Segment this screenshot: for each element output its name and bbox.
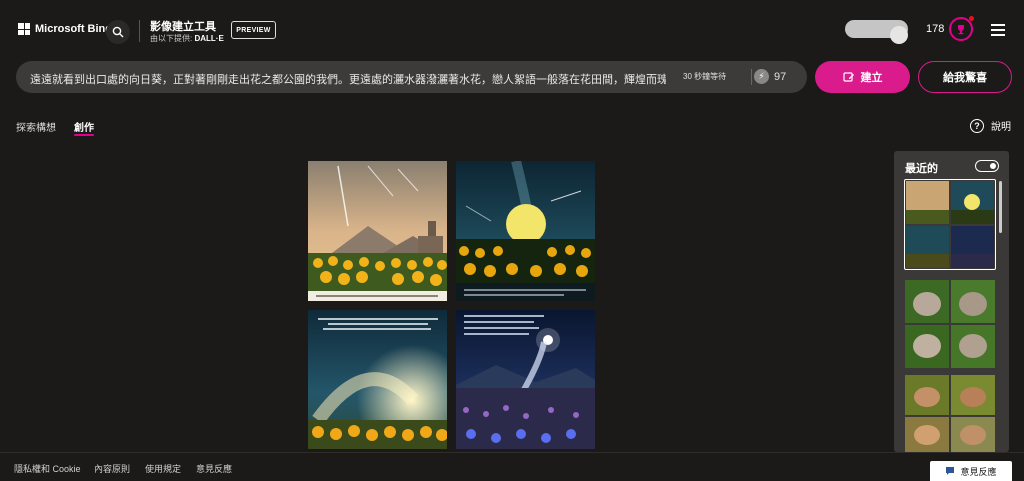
generated-image-3[interactable] <box>308 310 447 449</box>
wait-time-label: 30 秒鐘等待 <box>683 72 727 81</box>
create-image-icon <box>842 72 854 82</box>
tab-creations[interactable]: 創作 <box>74 119 94 134</box>
recent-toggle[interactable] <box>975 160 999 172</box>
preview-badge: PREVIEW <box>231 21 276 39</box>
hamburger-menu-icon[interactable] <box>991 24 1005 39</box>
microsoft-bing-logo[interactable]: Microsoft Bing <box>18 23 112 35</box>
header: Microsoft Bing 影像建立工具 由以下提供: DALL·E PREV… <box>0 0 1024 60</box>
tab-explore-ideas[interactable]: 探索構想 <box>16 119 56 134</box>
recent-scrollbar[interactable] <box>999 181 1002 233</box>
prompt-divider <box>751 69 752 85</box>
generated-image-2[interactable] <box>456 161 595 301</box>
boost-icon: ⚡ <box>754 69 769 84</box>
create-button-label: 建立 <box>860 72 883 84</box>
brand-name: Microsoft Bing <box>35 23 112 35</box>
microsoft-logo-icon <box>18 23 30 35</box>
footer-content-policy-link[interactable]: 內容原則 <box>94 462 130 475</box>
help-label: 說明 <box>991 122 1011 133</box>
app-subtitle: 由以下提供: DALL·E <box>150 34 224 43</box>
boost-count: 97 <box>774 71 787 83</box>
search-button[interactable] <box>106 20 130 44</box>
surprise-me-button[interactable]: 給我驚喜 <box>918 61 1012 93</box>
footer-feedback-link[interactable]: 意見反應 <box>196 462 232 475</box>
recent-title: 最近的 <box>905 163 938 175</box>
header-divider <box>139 20 140 42</box>
active-tab-indicator <box>74 134 94 136</box>
prompt-input-bar[interactable]: 遠遠就看到出口處的向日葵，正對著剛剛走出花之都公園的我們。更遠處的灑水器潑灑著水… <box>16 61 807 93</box>
app-title: 影像建立工具 <box>150 21 216 33</box>
feedback-button[interactable]: 意見反應 <box>930 461 1012 481</box>
create-button[interactable]: 建立 <box>815 61 910 93</box>
prompt-input[interactable]: 遠遠就看到出口處的向日葵，正對著剛剛走出花之都公園的我們。更遠處的灑水器潑灑著水… <box>30 71 666 87</box>
recent-item-sunflowers[interactable] <box>904 179 996 270</box>
generated-image-1[interactable] <box>308 161 447 301</box>
avatar[interactable] <box>890 26 908 44</box>
feedback-icon <box>946 467 955 475</box>
rewards-points[interactable]: 178 <box>926 23 944 35</box>
recent-item-cats[interactable] <box>904 280 996 368</box>
notification-dot <box>969 16 974 21</box>
generated-image-4[interactable] <box>456 310 595 449</box>
help-link[interactable]: ? 說明 <box>970 118 1011 133</box>
recent-item-kittens[interactable] <box>904 375 996 452</box>
footer-privacy-link[interactable]: 隱私權和 Cookie <box>14 462 81 475</box>
footer: 隱私權和 Cookie 內容原則 使用規定 意見反應 <box>0 452 1024 481</box>
help-icon: ? <box>970 118 984 133</box>
feedback-button-label: 意見反應 <box>960 466 997 477</box>
recent-panel: 最近的 <box>894 151 1009 452</box>
search-icon <box>112 26 124 38</box>
footer-terms-link[interactable]: 使用規定 <box>145 462 181 475</box>
